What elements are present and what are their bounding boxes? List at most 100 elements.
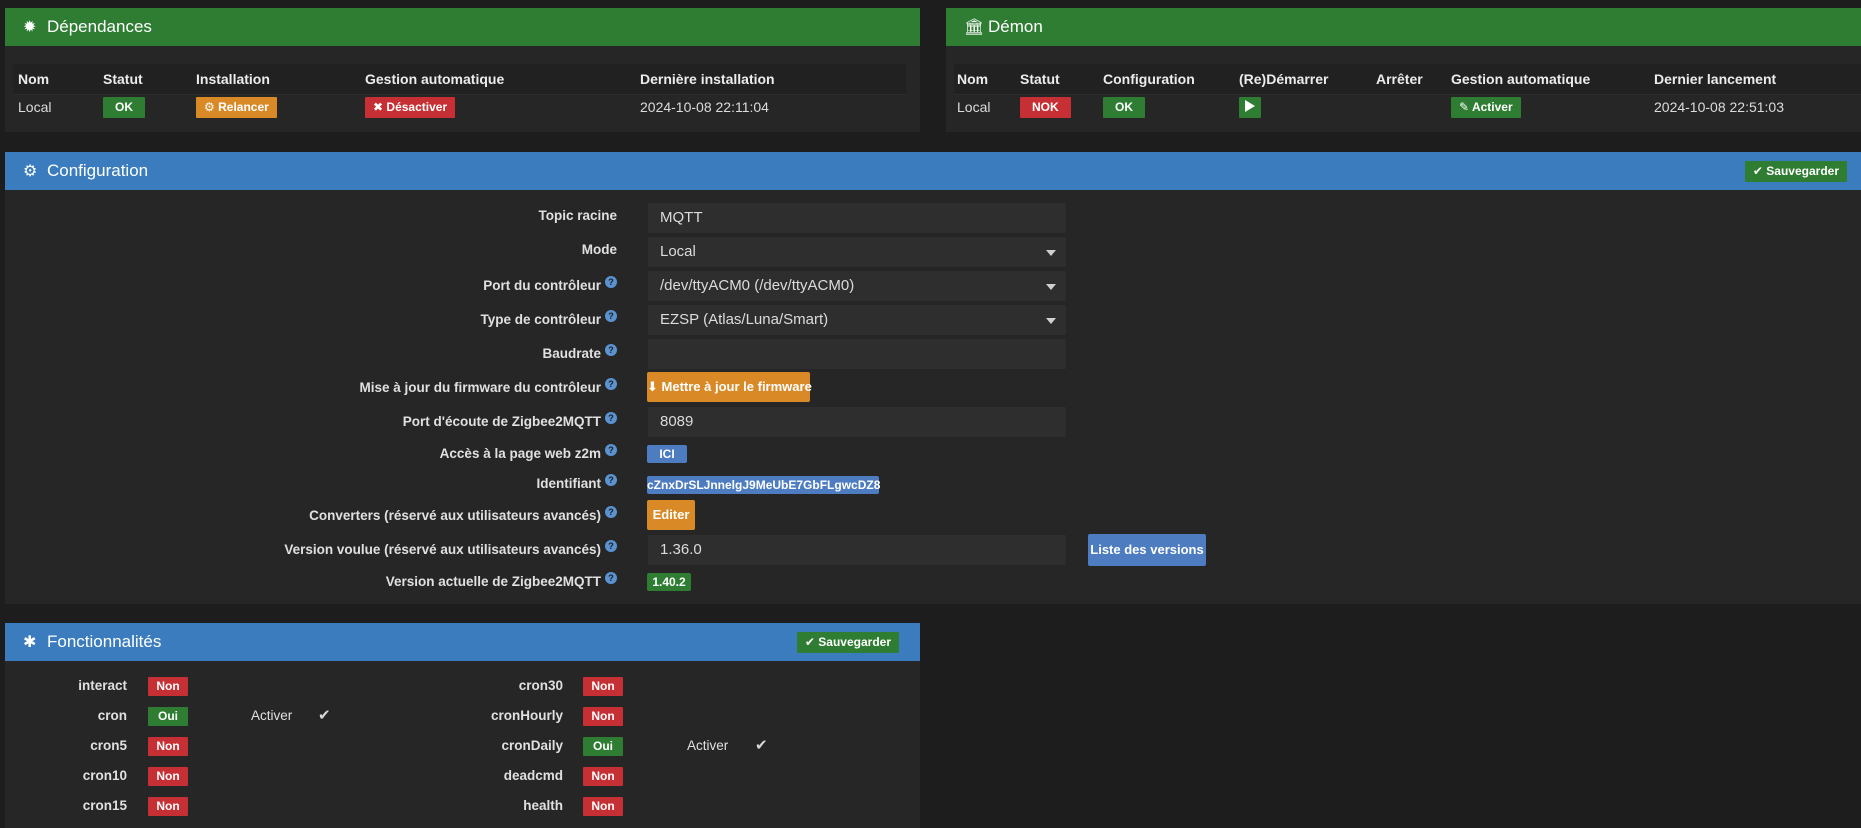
baudrate-label-text: Baudrate: [542, 346, 601, 361]
feature-deadcmd-label: deadcmd: [503, 768, 563, 783]
col-installation: Installation: [196, 71, 270, 87]
puzzle-icon: ✱: [23, 634, 37, 651]
caret-down-icon: [1046, 318, 1056, 324]
question-icon[interactable]: ?: [605, 572, 617, 584]
col-nom: Nom: [957, 71, 989, 87]
version-wanted-input[interactable]: 1.36.0: [647, 534, 1067, 566]
close-icon: ✖: [373, 100, 384, 114]
mode-select[interactable]: Local: [647, 236, 1067, 268]
caret-down-icon: [1046, 250, 1056, 256]
feature-cron15-label: cron15: [82, 798, 127, 813]
mode-label: Mode: [582, 242, 617, 257]
question-icon[interactable]: ?: [605, 540, 617, 552]
type-select[interactable]: EZSP (Atlas/Luna/Smart): [647, 304, 1067, 336]
bank-icon: 🏛: [964, 19, 985, 36]
dependances-panel: ✹ Dépendances Nom Statut Installation Ges…: [5, 8, 920, 132]
feature-cron-badge: Oui: [148, 707, 188, 726]
cog-icon: ✹: [23, 19, 37, 36]
feature-cron-activer-label: Activer: [251, 708, 293, 723]
identifiant-badge: cZnxDrSLJnnelgJ9MeUbE7GbFLgwcDZ8: [647, 476, 881, 494]
activer-button[interactable]: ✎ Activer: [1451, 97, 1521, 118]
col-gestion: Gestion automatique: [365, 71, 505, 87]
versions-list-button[interactable]: Liste des versions: [1088, 534, 1206, 566]
dep-derniere: 2024-10-08 22:11:04: [640, 99, 769, 115]
firmware-update-button[interactable]: ⬇ Mettre à jour le firmware: [647, 372, 812, 402]
desactiver-label: Désactiver: [386, 100, 448, 114]
config-save-button[interactable]: ✔ Sauvegarder: [1744, 161, 1847, 182]
feature-interact-badge: Non: [148, 677, 188, 696]
feature-cron10-label: cron10: [82, 768, 127, 783]
web-page-link[interactable]: ICI: [647, 445, 687, 463]
bike-icon: ⚙: [204, 100, 215, 114]
col-derniere: Dernière installation: [640, 71, 775, 87]
version-wanted-label-text: Version voulue (réservé aux utilisateurs…: [284, 542, 601, 557]
question-icon[interactable]: ?: [605, 444, 617, 456]
dependances-title: Dépendances: [47, 17, 152, 36]
demon-panel: 🏛 Démon Nom Statut Configuration (Re)Déma…: [946, 8, 1861, 132]
table-header-row: Nom Statut Installation Gestion automati…: [13, 64, 906, 94]
version-wanted-label: Version voulue (réservé aux utilisateurs…: [284, 540, 617, 557]
demon-title: Démon: [988, 17, 1043, 36]
col-statut: Statut: [1020, 71, 1060, 87]
col-statut: Statut: [103, 71, 143, 87]
dep-nom: Local: [18, 99, 52, 115]
demon-nom: Local: [957, 99, 991, 115]
question-icon[interactable]: ?: [605, 310, 617, 322]
id-label-text: Identifiant: [536, 476, 602, 491]
port-label: Port du contrôleur?: [483, 276, 617, 293]
demon-table: Nom Statut Configuration (Re)Démarrer Ar…: [954, 64, 1861, 122]
table-header-row: Nom Statut Configuration (Re)Démarrer Ar…: [954, 64, 1861, 94]
check-circle-icon: ✔: [804, 635, 815, 649]
feature-cronhourly-label: cronHourly: [490, 708, 563, 723]
features-save-button[interactable]: ✔ Sauvegarder: [796, 632, 899, 653]
dependances-table: Nom Statut Installation Gestion automati…: [13, 64, 906, 122]
col-arreter: Arrêter: [1376, 71, 1423, 87]
version-current-label-text: Version actuelle de Zigbee2MQTT: [385, 574, 601, 589]
download-icon: ⬇: [647, 379, 658, 394]
listen-label-text: Port d'écoute de Zigbee2MQTT: [402, 414, 601, 429]
col-configuration: Configuration: [1103, 71, 1195, 87]
listen-port-input[interactable]: 8089: [647, 406, 1067, 438]
dependances-header: ✹ Dépendances: [5, 8, 920, 46]
feature-crondaily-checkbox[interactable]: ✔: [755, 738, 769, 753]
topic-label: Topic racine: [538, 208, 617, 223]
feature-cron-label: cron: [97, 708, 127, 723]
question-icon[interactable]: ?: [605, 344, 617, 356]
type-label: Type de contrôleur?: [480, 310, 617, 327]
question-icon[interactable]: ?: [605, 378, 617, 390]
feature-cron10-badge: Non: [148, 767, 188, 786]
question-icon[interactable]: ?: [605, 412, 617, 424]
port-value: /dev/ttyACM0 (/dev/ttyACM0): [660, 277, 855, 294]
features-save-label: Sauvegarder: [818, 635, 891, 649]
version-current-badge: 1.40.2: [647, 573, 691, 591]
desactiver-button[interactable]: ✖ Désactiver: [365, 97, 456, 118]
feature-health-label: health: [523, 798, 563, 813]
type-label-text: Type de contrôleur: [480, 312, 601, 327]
magic-icon: ✎: [1459, 100, 1470, 114]
topic-input[interactable]: MQTT: [647, 202, 1067, 234]
col-gestion: Gestion automatique: [1451, 71, 1591, 87]
demon-header: 🏛 Démon: [946, 8, 1861, 46]
start-button[interactable]: [1239, 97, 1261, 118]
id-label: Identifiant?: [536, 474, 617, 491]
question-icon[interactable]: ?: [605, 474, 617, 486]
feature-cron-checkbox[interactable]: ✔: [318, 708, 332, 723]
port-label-text: Port du contrôleur: [483, 278, 601, 293]
table-row: Local NOK OK ✎ Activer 2024-10-08 22:51:…: [954, 94, 1861, 120]
play-icon: [1245, 100, 1255, 112]
demon-status-badge: NOK: [1020, 97, 1071, 118]
feature-deadcmd-badge: Non: [583, 767, 623, 786]
converters-label-text: Converters (réservé aux utilisateurs ava…: [309, 508, 601, 523]
converters-edit-button[interactable]: Editer: [647, 500, 695, 530]
baudrate-label: Baudrate?: [542, 344, 617, 361]
question-icon[interactable]: ?: [605, 276, 617, 288]
feature-interact-label: interact: [78, 678, 127, 693]
port-select[interactable]: /dev/ttyACM0 (/dev/ttyACM0): [647, 270, 1067, 302]
feature-cron15-badge: Non: [148, 797, 188, 816]
baudrate-input[interactable]: [647, 338, 1067, 370]
feature-cron5-badge: Non: [148, 737, 188, 756]
check-circle-icon: ✔: [1752, 164, 1763, 178]
question-icon[interactable]: ?: [605, 506, 617, 518]
firmware-label-text: Mise à jour du firmware du contrôleur: [359, 380, 601, 395]
relancer-button[interactable]: ⚙ Relancer: [196, 97, 277, 118]
